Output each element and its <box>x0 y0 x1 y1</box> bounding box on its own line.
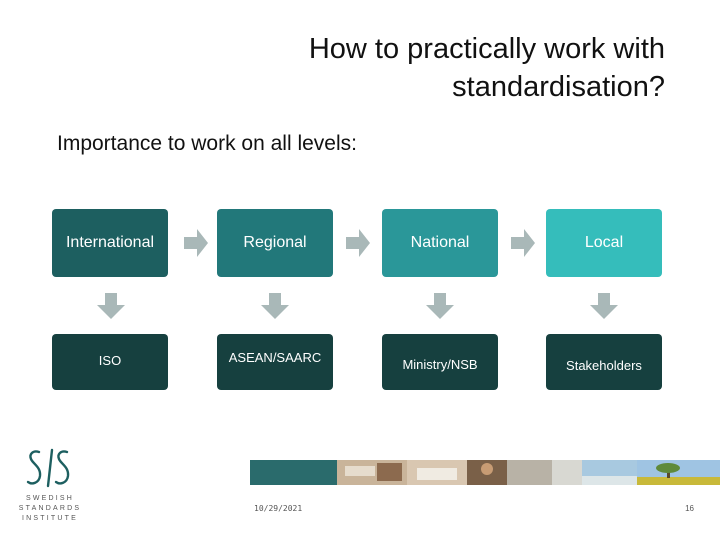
sis-logo-text: SWEDISH STANDARDS INSTITUTE <box>18 495 82 522</box>
org-stakeholders: Stakeholders <box>546 334 662 390</box>
org-ministry-nsb: Ministry/NSB <box>382 334 498 390</box>
photo-strip-teal-block <box>250 460 337 485</box>
sis-logo: SWEDISH STANDARDS INSTITUTE <box>16 448 84 526</box>
page-number: 16 <box>685 504 694 513</box>
org-asean-saarc: ASEAN/SAARC <box>217 334 333 390</box>
photo-strip-image <box>337 460 720 485</box>
arrow-right-icon <box>511 229 535 257</box>
photo-strip <box>250 460 720 485</box>
level-national: National <box>382 209 498 277</box>
slide-title: How to practically work with standardisa… <box>308 33 665 103</box>
level-regional: Regional <box>217 209 333 277</box>
arrow-right-icon <box>184 229 208 257</box>
arrow-down-icon <box>426 293 454 319</box>
level-international: International <box>52 209 168 277</box>
arrow-down-icon <box>590 293 618 319</box>
level-local: Local <box>546 209 662 277</box>
slide-subtitle: Importance to work on all levels: <box>57 132 357 155</box>
arrow-right-icon <box>346 229 370 257</box>
arrow-down-icon <box>261 293 289 319</box>
org-iso: ISO <box>52 334 168 390</box>
footer-date: 10/29/2021 <box>254 504 303 513</box>
sis-logo-mark <box>26 448 70 488</box>
arrow-down-icon <box>97 293 125 319</box>
